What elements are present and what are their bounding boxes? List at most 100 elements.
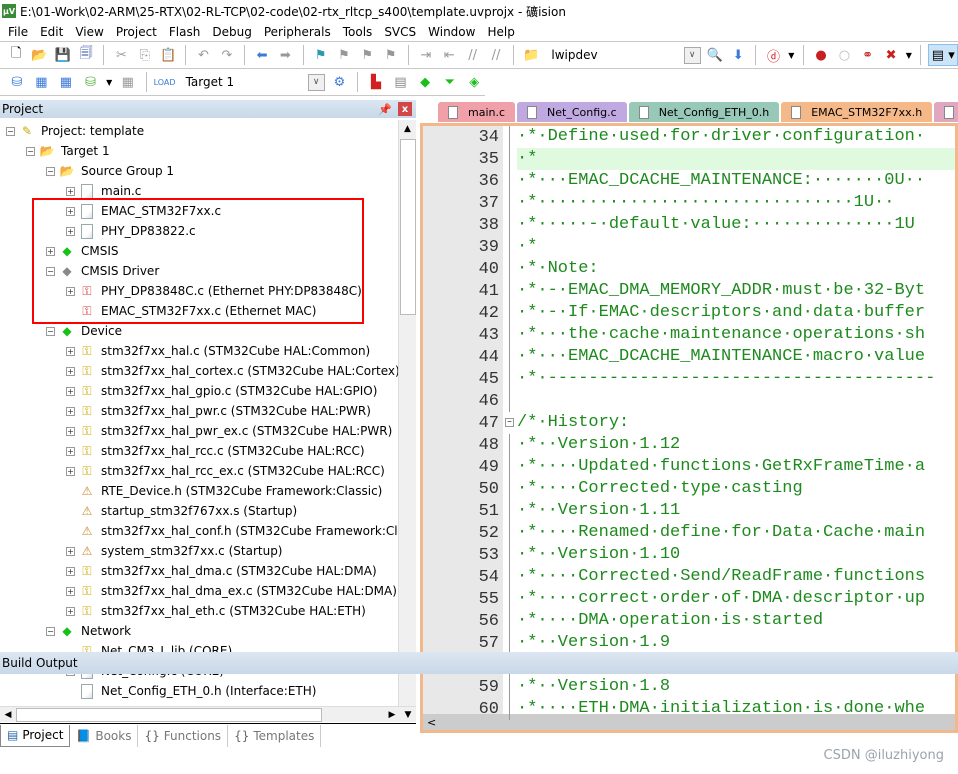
tab-books[interactable]: 📘 Books	[70, 724, 139, 747]
tree-node[interactable]: + ⚿ stm32f7xx_hal_dma_ex.c (STM32Cube HAL:…	[66, 581, 397, 601]
expand-icon[interactable]: +	[66, 466, 75, 476]
code-line[interactable]: 57 ·*··Version·1.9	[423, 632, 955, 654]
code-line[interactable]: 60 ·*····ETH·DMA·initialization·is·done·w…	[423, 698, 955, 720]
collapse-icon[interactable]: −	[26, 146, 35, 156]
insert-breakpoint-button[interactable]: ●	[811, 44, 831, 66]
expand-icon[interactable]: +	[66, 406, 75, 416]
editor-tab[interactable]: Net_Config.c	[517, 102, 627, 122]
tree-node[interactable]: − 📂 Source Group 1	[46, 161, 174, 181]
menu-edit[interactable]: Edit	[34, 25, 69, 39]
expand-icon[interactable]: +	[66, 586, 75, 596]
pack-installer-button[interactable]: ⏷	[439, 71, 461, 93]
expand-icon[interactable]: +	[66, 426, 75, 436]
editor-tab[interactable]: main.c	[438, 102, 516, 122]
code-line[interactable]: 49 ·*····Updated·functions·GetRxFrameTime…	[423, 456, 955, 478]
expand-icon[interactable]: +	[66, 346, 75, 356]
menu-svcs[interactable]: SVCS	[378, 25, 422, 39]
debug-start-button[interactable]: ⓓ	[763, 44, 783, 66]
editor-tab[interactable]: Net_Config_ETH_0.h	[628, 102, 780, 122]
code-line[interactable]: 46	[423, 390, 955, 412]
tree-node[interactable]: + ⚿ stm32f7xx_hal_dma.c (STM32Cube HAL:DMA…	[66, 561, 377, 581]
code-view[interactable]: < 34 ·*·Define·used·for·driver·configurat…	[420, 123, 958, 733]
stop-build-button[interactable]: ▦	[117, 71, 139, 93]
menu-debug[interactable]: Debug	[206, 25, 257, 39]
rebuild-button[interactable]: ▦	[55, 71, 77, 93]
code-line[interactable]: 45 ·*·-----------------------------------…	[423, 368, 955, 390]
find-combo[interactable]: lwipdev ∨	[544, 45, 701, 65]
menu-project[interactable]: Project	[110, 25, 163, 39]
tree-node[interactable]: + ⚿ stm32f7xx_hal_eth.c (STM32Cube HAL:ETH…	[66, 601, 366, 621]
tree-node[interactable]: + ⚠ system_stm32f7xx.c (Startup)	[66, 541, 283, 561]
tree-node[interactable]: + ⚿ PHY_DP83848C.c (Ethernet PHY:DP83848C)	[66, 281, 362, 301]
nav-forward-button[interactable]: ➡	[275, 44, 295, 66]
close-icon[interactable]: x	[398, 102, 412, 116]
scroll-up-icon[interactable]: ▲	[399, 120, 416, 138]
tree-node[interactable]: + ⚿ stm32f7xx_hal.c (STM32Cube HAL:Common)	[66, 341, 370, 361]
expand-icon[interactable]: +	[66, 206, 75, 216]
scroll-down-icon[interactable]: ▼	[400, 710, 416, 720]
expand-icon[interactable]: +	[66, 566, 75, 576]
tree-node[interactable]: + ◆ CMSIS	[46, 241, 119, 261]
next-bookmark-button[interactable]: ⚑	[357, 44, 377, 66]
code-line[interactable]: 36 ·*···EMAC_DCACHE_MAINTENANCE:·······0U…	[423, 170, 955, 192]
code-line[interactable]: 48 ·*··Version·1.12	[423, 434, 955, 456]
code-line[interactable]: 42 ·*·-·If·EMAC·descriptors·and·data·buff…	[423, 302, 955, 324]
code-line[interactable]: 59 ·*··Version·1.8	[423, 676, 955, 698]
code-line[interactable]: 35 ·*	[423, 148, 955, 170]
collapse-icon[interactable]: −	[46, 166, 55, 176]
dropdown-arrow-icon[interactable]: ▼	[787, 44, 796, 66]
chevron-down-icon[interactable]: ∨	[307, 73, 325, 91]
tree-node[interactable]: ⚠ stm32f7xx_hal_conf.h (STM32Cube Framewo…	[66, 521, 398, 541]
tree-node[interactable]: ⚠ RTE_Device.h (STM32Cube Framework:Class…	[66, 481, 383, 501]
expand-icon[interactable]: +	[66, 366, 75, 376]
tree-node[interactable]: − ◆ CMSIS Driver	[46, 261, 159, 281]
redo-button[interactable]: ↷	[217, 44, 237, 66]
code-line[interactable]: 51 ·*··Version·1.11	[423, 500, 955, 522]
menu-view[interactable]: View	[69, 25, 109, 39]
batch-build-button[interactable]: ⛁	[80, 71, 102, 93]
project-vertical-scrollbar[interactable]: ▲	[398, 120, 416, 706]
scroll-right-icon[interactable]: ▶	[384, 710, 400, 720]
save-button[interactable]: 💾	[53, 44, 73, 66]
tree-node[interactable]: + ⚿ stm32f7xx_hal_pwr.c (STM32Cube HAL:PWR…	[66, 401, 371, 421]
clear-bookmarks-button[interactable]: ⚑	[381, 44, 401, 66]
find-button[interactable]: 🔍	[705, 44, 725, 66]
expand-icon[interactable]: +	[66, 546, 75, 556]
tree-node[interactable]: + PHY_DP83822.c	[66, 221, 196, 241]
tab-project[interactable]: ▤ Project	[0, 724, 71, 747]
code-line[interactable]: 47−/*·History:	[423, 412, 955, 434]
collapse-icon[interactable]: −	[46, 266, 55, 276]
code-line[interactable]: 38 ·*·····-·default·value:··············1…	[423, 214, 955, 236]
bookmark-button[interactable]: ⚑	[310, 44, 330, 66]
window-layout-button[interactable]: ▤ ▾	[928, 44, 958, 66]
code-line[interactable]: 44 ·*···EMAC_DCACHE_MAINTENANCE·macro·val…	[423, 346, 955, 368]
menu-file[interactable]: File	[2, 25, 34, 39]
expand-icon[interactable]: +	[66, 226, 75, 236]
tree-node[interactable]: − ✎ Project: template	[6, 121, 144, 141]
expand-icon[interactable]: +	[66, 446, 75, 456]
menu-window[interactable]: Window	[422, 25, 481, 39]
indent-button[interactable]: ⇥	[416, 44, 436, 66]
comment-button[interactable]: //	[462, 44, 482, 66]
editor-tab[interactable]: EMAC_STM32F7xx.h	[781, 102, 933, 122]
expand-icon[interactable]: +	[66, 286, 75, 296]
download-button[interactable]: LOAD	[154, 71, 176, 93]
open-file-button[interactable]: 📂	[29, 44, 49, 66]
collapse-icon[interactable]: −	[46, 626, 55, 636]
undo-button[interactable]: ↶	[193, 44, 213, 66]
nav-back-button[interactable]: ⬅	[252, 44, 272, 66]
target-options-button[interactable]: ⚙	[329, 71, 351, 93]
tree-node[interactable]: + EMAC_STM32F7xx.c	[66, 201, 221, 221]
expand-icon[interactable]: +	[66, 606, 75, 616]
code-line[interactable]: 54 ·*····Corrected·Send/ReadFrame·functio…	[423, 566, 955, 588]
scroll-left-icon[interactable]: ◀	[0, 710, 16, 720]
uncomment-button[interactable]: //	[486, 44, 506, 66]
tab-functions[interactable]: {} Functions	[138, 724, 229, 747]
tree-node[interactable]: Net_Config_ETH_0.h (Interface:ETH)	[66, 681, 316, 701]
paste-button[interactable]: 📋	[158, 44, 178, 66]
disable-all-breakpoints-button[interactable]: ⚭	[858, 44, 878, 66]
pin-icon[interactable]: 📌	[378, 103, 392, 116]
chevron-down-icon[interactable]: ∨	[683, 46, 701, 64]
unindent-button[interactable]: ⇤	[439, 44, 459, 66]
expand-icon[interactable]: +	[66, 186, 75, 196]
